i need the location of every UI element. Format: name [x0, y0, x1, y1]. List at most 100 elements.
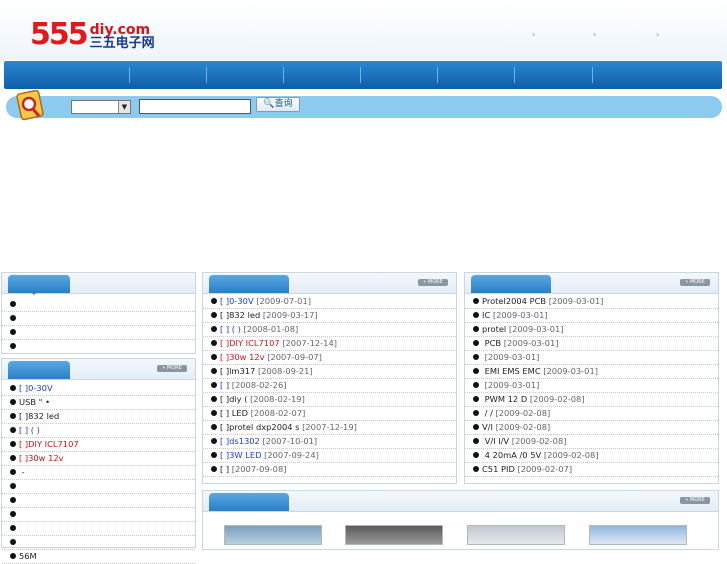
item-title[interactable]: IC — [482, 310, 490, 320]
gallery-thumbnail[interactable] — [467, 525, 565, 545]
list-item[interactable] — [2, 340, 195, 354]
item-title[interactable]: [ ]30w 12v — [19, 453, 64, 463]
list-item[interactable]: Protel2004 PCB [2009-03-01] — [465, 295, 718, 309]
list-item[interactable] — [2, 480, 195, 494]
list-item[interactable]: [ ]0-30V — [2, 382, 195, 396]
bullet-icon — [211, 396, 217, 402]
list-item[interactable]: EMI EMS EMC [2009-03-01] — [465, 365, 718, 379]
list-item[interactable]: [ ] ( ) [2008-01-08] — [203, 323, 456, 337]
mid-news-panel: » MORE [ ]0-30V [2009-07-01][ ]832 led [… — [202, 272, 457, 484]
list-item[interactable]: [ ]832 led [2009-03-17] — [203, 309, 456, 323]
item-title[interactable]: - — [19, 467, 25, 477]
item-title[interactable]: 4 20mA /0 5V — [482, 450, 542, 460]
list-item[interactable]: [2009-03-01] — [465, 351, 718, 365]
list-item[interactable]: - — [2, 466, 195, 480]
panel-tab[interactable] — [8, 275, 70, 293]
list-item[interactable] — [2, 326, 195, 340]
item-title[interactable]: [ ]832 led — [220, 310, 260, 320]
item-title[interactable]: [ ] — [220, 380, 229, 390]
list-item[interactable]: [2009-03-01] — [465, 379, 718, 393]
item-title[interactable]: [ ] ( ) — [220, 324, 241, 334]
item-title[interactable]: [ ]DIY ICL7107 — [220, 338, 280, 348]
list-item[interactable]: [ ]DIY ICL7107 — [2, 438, 195, 452]
item-title[interactable]: C51 PID — [482, 464, 515, 474]
item-title[interactable]: [ ]3W LED — [220, 450, 262, 460]
list-item[interactable]: [ ]ds1302 [2007-10-01] — [203, 435, 456, 449]
list-item[interactable]: PCB [2009-03-01] — [465, 337, 718, 351]
list-item[interactable]: [ ] ( ) — [2, 424, 195, 438]
list-item[interactable] — [2, 298, 195, 312]
list-item[interactable]: protel [2009-03-01] — [465, 323, 718, 337]
list-item[interactable]: [ ] [2007-09-08] — [203, 463, 456, 477]
panel-tab[interactable] — [209, 275, 289, 293]
list-item[interactable]: PWM 12 D [2009-02-08] — [465, 393, 718, 407]
item-title[interactable]: V/I I/V — [482, 436, 510, 446]
more-link[interactable]: » MORE — [157, 365, 187, 372]
list-item[interactable]: [ ]3W LED [2007-09-24] — [203, 449, 456, 463]
list-item[interactable]: [ ] [2008-02-26] — [203, 379, 456, 393]
item-title[interactable]: [ ]0-30V — [220, 296, 254, 306]
search-category-select[interactable]: ▼ — [71, 100, 131, 114]
chevron-down-icon[interactable]: ▼ — [118, 101, 130, 113]
gallery-thumbnail[interactable] — [589, 525, 687, 545]
site-logo[interactable]: 555 diy.com 三五电子网 — [30, 20, 155, 51]
item-title[interactable]: [ ]diy ( — [220, 394, 247, 404]
list-item[interactable]: [ ]30w 12v [2007-09-07] — [203, 351, 456, 365]
item-title[interactable]: protel — [482, 324, 506, 334]
more-link[interactable]: » MORE — [418, 279, 448, 286]
item-title[interactable]: [ ] ( ) — [19, 425, 40, 435]
bullet-icon — [473, 382, 479, 388]
top-link-arrow-icon[interactable]: › — [532, 30, 535, 39]
list-item[interactable]: [ ]DIY ICL7107 [2007-12-14] — [203, 337, 456, 351]
item-title[interactable]: / / — [482, 408, 493, 418]
list-item[interactable]: C51 PID [2009-02-07] — [465, 463, 718, 477]
list-item[interactable]: 56M — [2, 550, 195, 564]
search-input[interactable] — [139, 99, 251, 114]
list-item[interactable] — [2, 312, 195, 326]
item-title[interactable]: [ ]ds1302 — [220, 436, 260, 446]
item-title[interactable]: V/I — [482, 422, 493, 432]
item-title[interactable]: PCB — [482, 338, 502, 348]
gallery-thumbnail[interactable] — [224, 525, 322, 545]
item-title[interactable]: PWM 12 D — [482, 394, 528, 404]
list-item[interactable] — [2, 536, 195, 550]
item-title[interactable]: Protel2004 PCB — [482, 296, 546, 306]
item-title[interactable]: EMI EMS EMC — [482, 366, 541, 376]
list-item[interactable] — [2, 508, 195, 522]
top-link-arrow-icon[interactable]: › — [593, 30, 596, 39]
list-item[interactable]: 4 20mA /0 5V [2009-02-08] — [465, 449, 718, 463]
gallery-thumbnail[interactable] — [345, 525, 443, 545]
panel-tab[interactable] — [8, 361, 70, 379]
panel-tab[interactable] — [471, 275, 551, 293]
item-title[interactable]: USB " • — [19, 397, 50, 407]
top-link-arrow-icon[interactable]: › — [656, 30, 659, 39]
list-item[interactable] — [2, 522, 195, 536]
list-item[interactable]: [ ]lm317 [2008-09-21] — [203, 365, 456, 379]
list-item[interactable]: IC [2009-03-01] — [465, 309, 718, 323]
list-item[interactable] — [2, 494, 195, 508]
item-title[interactable]: [ ]DIY ICL7107 — [19, 439, 79, 449]
item-title[interactable]: [ ]832 led — [19, 411, 59, 421]
list-item[interactable]: [ ]diy ( [2008-02-19] — [203, 393, 456, 407]
more-link[interactable]: » MORE — [680, 497, 710, 504]
list-item[interactable]: [ ]832 led — [2, 410, 195, 424]
list-item[interactable]: [ ]30w 12v — [2, 452, 195, 466]
list-item[interactable]: / / [2009-02-08] — [465, 407, 718, 421]
item-title[interactable]: [ ]protel dxp2004 s — [220, 422, 300, 432]
item-title[interactable]: 56M — [19, 551, 37, 561]
list-item[interactable]: USB " • — [2, 396, 195, 410]
search-button[interactable]: 🔍查询 — [256, 97, 300, 112]
item-title[interactable]: [ ] LED — [220, 408, 248, 418]
bullet-icon — [10, 469, 16, 475]
panel-tab[interactable] — [209, 493, 289, 511]
list-item[interactable]: [ ] LED [2008-02-07] — [203, 407, 456, 421]
list-item[interactable]: [ ]protel dxp2004 s [2007-12-19] — [203, 421, 456, 435]
list-item[interactable]: V/I [2009-02-08] — [465, 421, 718, 435]
item-title[interactable]: [ ]30w 12v — [220, 352, 265, 362]
list-item[interactable]: V/I I/V [2009-02-08] — [465, 435, 718, 449]
item-title[interactable]: [ ] — [220, 464, 229, 474]
more-link[interactable]: » MORE — [680, 279, 710, 286]
list-item[interactable]: [ ]0-30V [2009-07-01] — [203, 295, 456, 309]
item-title[interactable]: [ ]lm317 — [220, 366, 255, 376]
item-title[interactable]: [ ]0-30V — [19, 383, 53, 393]
